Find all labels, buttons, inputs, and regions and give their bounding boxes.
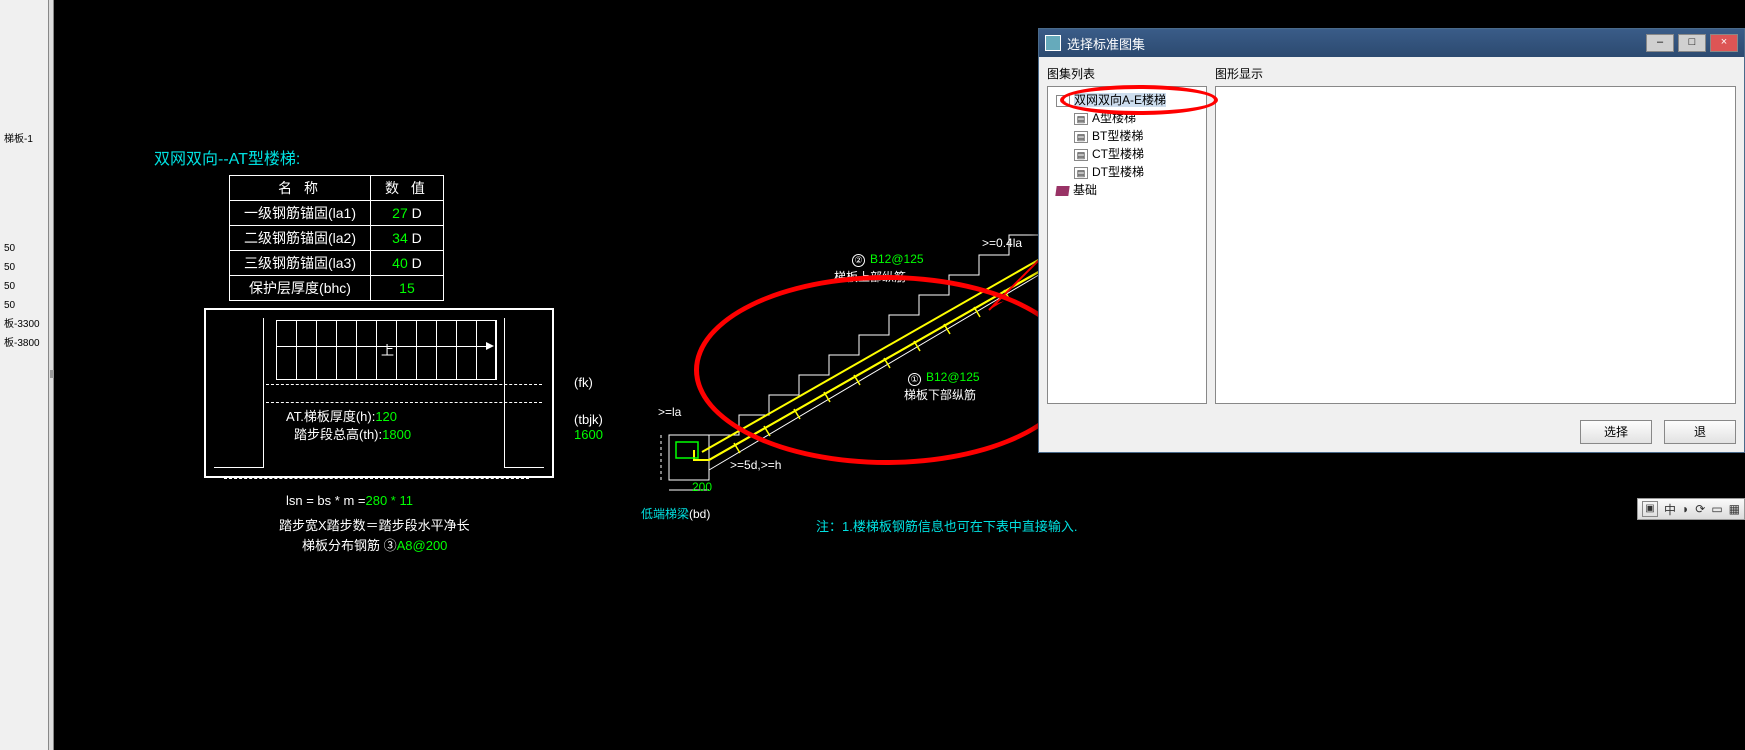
tree-panel-label: 图集列表 — [1047, 65, 1207, 82]
toolbar-icon[interactable]: ▭ — [1711, 502, 1722, 516]
low-beam-label: 低端梯梁(bd) — [641, 505, 710, 522]
tree-item[interactable]: 50 — [0, 296, 48, 315]
red-circled-tree-item — [1060, 85, 1218, 115]
table-header: 数 值 — [371, 176, 444, 201]
close-button[interactable]: × — [1710, 34, 1738, 52]
status-toolbar[interactable]: ▣ 中 ◗ ⟳ ▭ ▦ — [1637, 498, 1745, 520]
tree-item[interactable]: ▤CT型楼梯 — [1074, 145, 1202, 163]
left-dim: >=la — [658, 405, 681, 419]
toolbar-icon[interactable]: ⟳ — [1695, 502, 1705, 516]
low-200: 200 — [692, 480, 712, 494]
tree-item[interactable]: 50 — [0, 258, 48, 277]
toolbar-icon[interactable]: ◗ — [1682, 502, 1689, 516]
dim-bottom: lsn = bs * m =280 * 11 — [286, 493, 413, 508]
note-step: 踏步宽X踏步数＝踏步段水平净长 — [279, 515, 470, 534]
up-direction-label: 上 — [381, 340, 394, 359]
select-button[interactable]: 选择 — [1580, 420, 1652, 444]
table-header: 名 称 — [230, 176, 371, 201]
plan-height-label: 踏步段总高(th):1800 — [294, 424, 411, 443]
toolbar-text[interactable]: 中 — [1664, 501, 1676, 518]
table-cell: 保护层厚度(bhc) — [230, 276, 371, 301]
note-rebar: 梯板分布钢筋 ③A8@200 — [302, 535, 447, 554]
cancel-button[interactable]: 退 — [1664, 420, 1736, 444]
table-cell: 一级钢筋锚固(la1) — [230, 201, 371, 226]
tree-item[interactable]: 50 — [0, 277, 48, 296]
preview-panel-label: 图形显示 — [1215, 65, 1736, 82]
table-cell: 40 D — [371, 251, 444, 276]
drawing-title: 双网双向--AT型楼梯: — [154, 145, 300, 169]
plan-thickness-label: AT.梯板厚度(h):120 — [286, 406, 397, 425]
dialog-titlebar[interactable]: 选择标准图集 – □ × — [1039, 29, 1744, 57]
parameter-table: 名 称 数 值 一级钢筋锚固(la1) 27 D 二级钢筋锚固(la2) 34 … — [229, 175, 444, 301]
minimize-button[interactable]: – — [1646, 34, 1674, 52]
tree-item[interactable]: ▤BT型楼梯 — [1074, 127, 1202, 145]
table-cell: 15 — [371, 276, 444, 301]
maximize-button[interactable]: □ — [1678, 34, 1706, 52]
toolbar-icon[interactable]: ▣ — [1642, 501, 1658, 517]
dim-dash — [224, 478, 529, 479]
table-cell: 二级钢筋锚固(la2) — [230, 226, 371, 251]
tree-item[interactable]: 50 — [0, 239, 48, 258]
tree-item[interactable]: 板-3800 — [0, 334, 48, 353]
tree-item[interactable]: 基础 — [1056, 181, 1202, 199]
top-rebar-spec[interactable]: B12@125 — [870, 252, 924, 266]
low-5d-dim: >=5d,>=h — [730, 458, 781, 472]
table-cell: 34 D — [371, 226, 444, 251]
table-cell: 三级钢筋锚固(la3) — [230, 251, 371, 276]
tree-item[interactable]: 梯板-1 — [0, 130, 48, 149]
plan-view: AT.梯板厚度(h):120 踏步段总高(th):1800 上 — [204, 308, 554, 478]
dim-right-group: (fk) (tbjk) 1600 — [574, 375, 603, 442]
top-rebar-num: ② — [852, 252, 867, 267]
tree-item[interactable]: 板-3300 — [0, 315, 48, 334]
atlas-tree[interactable]: –双网双向A-E楼梯 ▤A型楼梯 ▤BT型楼梯 ▤CT型楼梯 ▤DT型楼梯 基础 — [1047, 86, 1207, 404]
table-cell: 27 D — [371, 201, 444, 226]
main-note: 注：1.楼梯板钢筋信息也可在下表中直接输入. — [816, 516, 1077, 535]
app-icon — [1045, 35, 1061, 51]
left-tree-panel[interactable]: 梯板-1 50 50 50 50 板-3300 板-3800 — [0, 0, 48, 750]
tree-item[interactable]: ▤DT型楼梯 — [1074, 163, 1202, 181]
dialog-title: 选择标准图集 — [1067, 34, 1145, 53]
preview-panel — [1215, 86, 1736, 404]
toolbar-icon[interactable]: ▦ — [1729, 502, 1740, 516]
